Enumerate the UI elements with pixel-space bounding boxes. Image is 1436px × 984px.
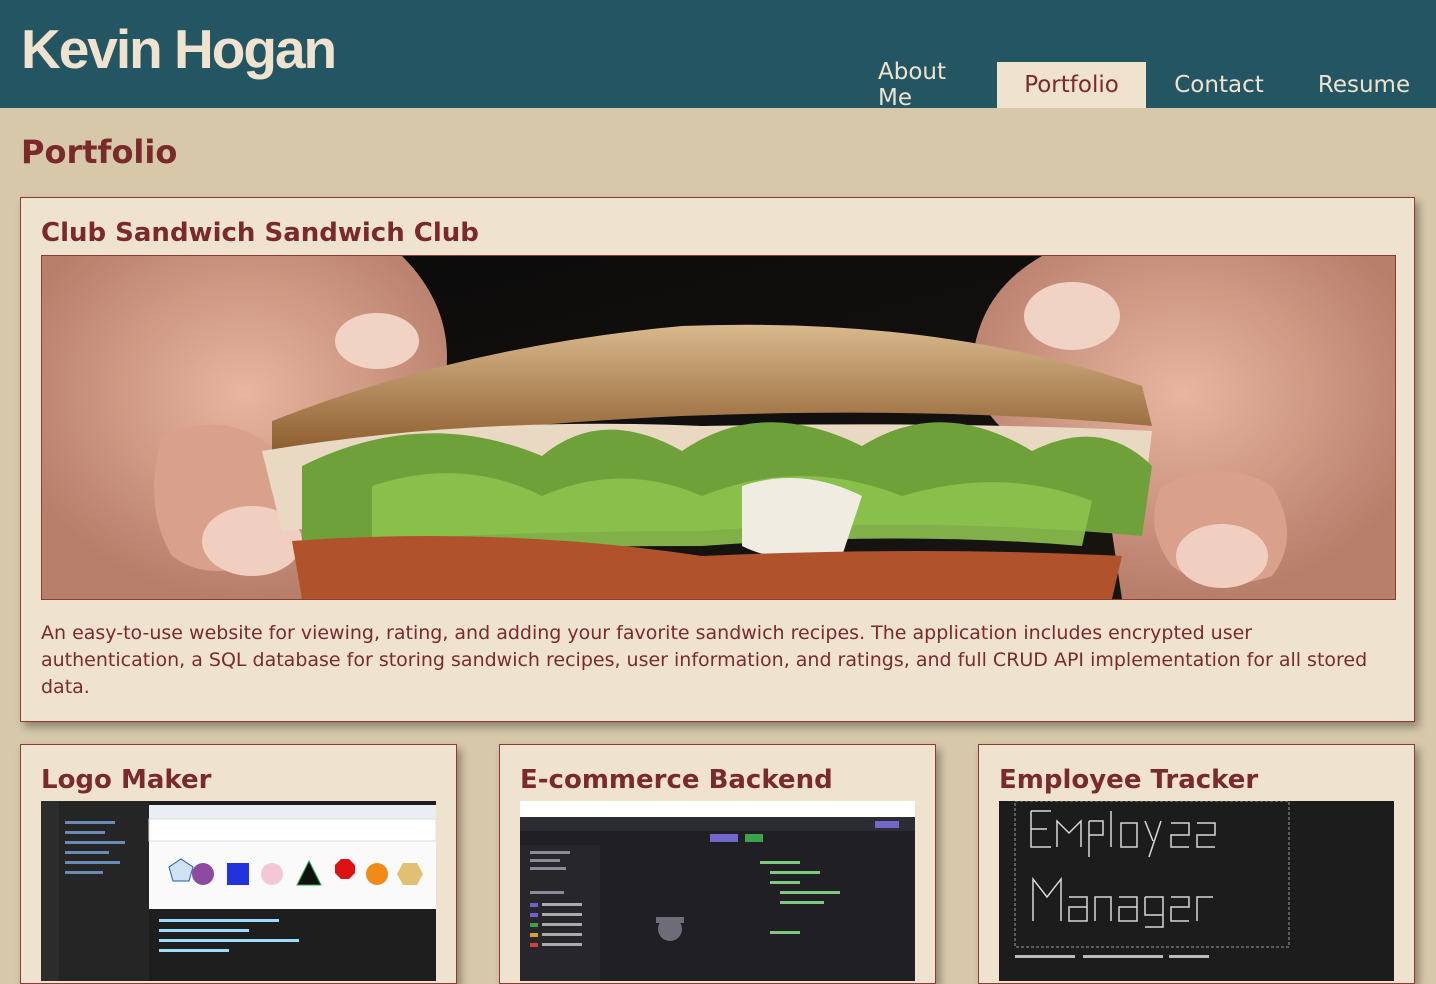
project-title: Logo Maker (41, 765, 212, 795)
project-card-logo-maker: Logo Maker (20, 744, 457, 984)
nav-tab-contact[interactable]: Contact (1146, 62, 1292, 108)
sandwich-photo[interactable] (41, 255, 1396, 600)
nav-tab-resume[interactable]: Resume (1292, 62, 1436, 108)
project-card-ecommerce-backend: E-commerce Backend (499, 744, 936, 984)
nav-tab-portfolio[interactable]: Portfolio (997, 62, 1146, 108)
featured-project-card: Club Sandwich Sandwich Club An easy-to-u… (20, 197, 1415, 722)
project-card-employee-tracker: Employee Tracker (978, 744, 1415, 984)
project-description: An easy-to-use website for viewing, rati… (41, 622, 1368, 698)
project-title: Employee Tracker (999, 765, 1259, 795)
nav-tab-about-me[interactable]: About Me (850, 59, 997, 111)
page-title: Portfolio (21, 133, 178, 171)
terminal-ascii-banner-screenshot[interactable] (999, 801, 1394, 981)
code-editor-screenshot[interactable] (41, 801, 436, 981)
site-title: Kevin Hogan (21, 18, 337, 80)
api-client-screenshot[interactable] (520, 801, 915, 981)
main-nav: About Me Portfolio Contact Resume (850, 59, 1436, 111)
project-title: Club Sandwich Sandwich Club (41, 218, 479, 248)
project-title: E-commerce Backend (520, 765, 833, 795)
site-header: Kevin Hogan About Me Portfolio Contact R… (0, 0, 1436, 111)
